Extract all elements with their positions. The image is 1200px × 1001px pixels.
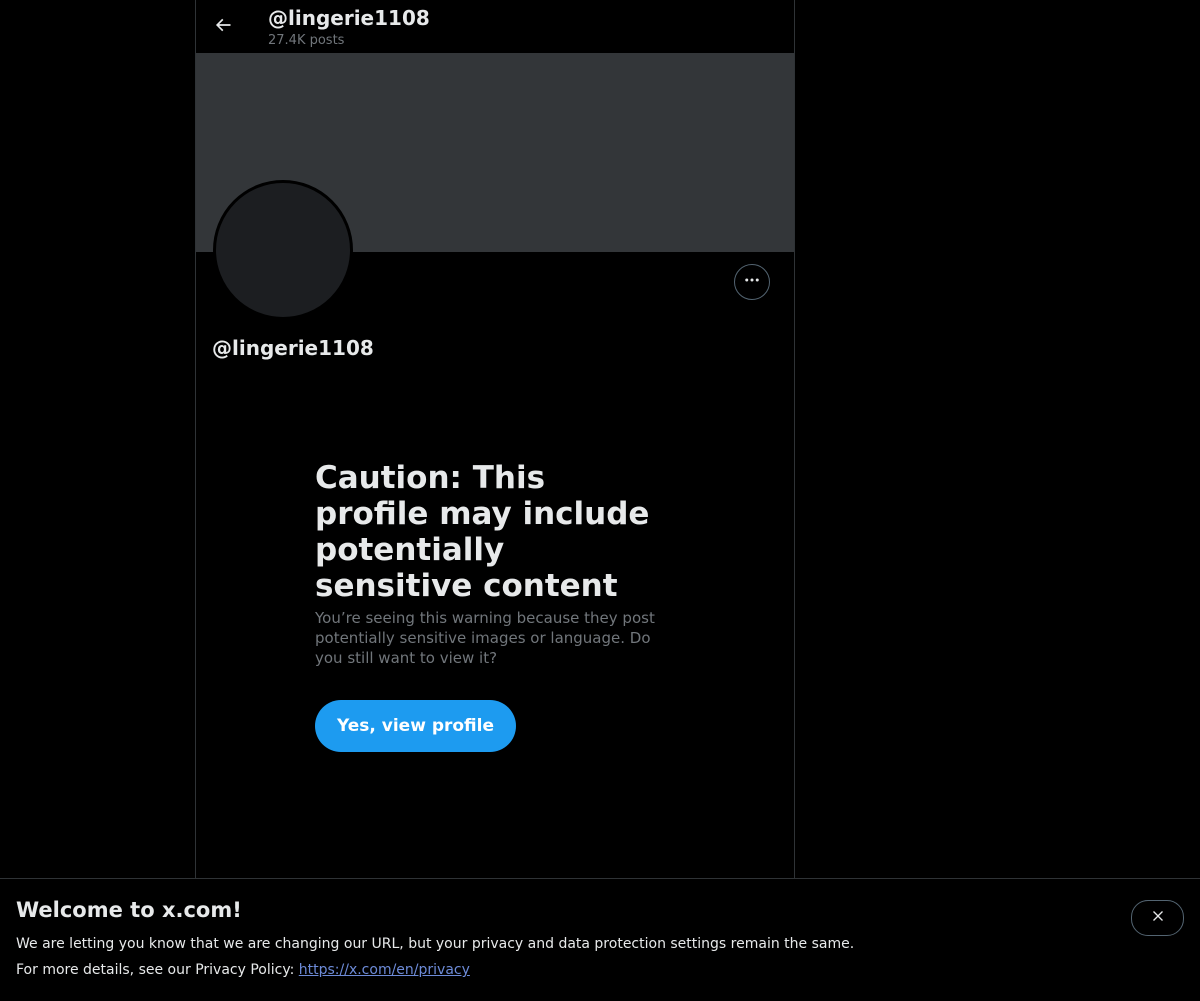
notice-message: We are letting you know that we are chan…: [16, 936, 855, 952]
notice-privacy-prefix: For more details, see our Privacy Policy…: [16, 962, 299, 978]
arrow-left-icon: [213, 15, 233, 39]
close-icon: [1150, 908, 1166, 928]
sensitive-content-warning: Caution: This profile may include potent…: [315, 460, 660, 668]
post-count: 27.4K posts: [268, 33, 345, 48]
view-profile-button[interactable]: Yes, view profile: [315, 700, 516, 752]
avatar[interactable]: [213, 180, 353, 320]
privacy-policy-link[interactable]: https://x.com/en/privacy: [299, 962, 470, 978]
more-horizontal-icon: [743, 271, 761, 293]
profile-column: @lingerie1108 27.4K posts @lingerie1108 …: [195, 0, 795, 1000]
notice-privacy-line: For more details, see our Privacy Policy…: [16, 962, 470, 978]
caution-title: Caution: This profile may include potent…: [315, 460, 650, 604]
caution-message: You’re seeing this warning because they …: [315, 609, 655, 667]
back-button[interactable]: [206, 10, 240, 44]
profile-header-bar: @lingerie1108 27.4K posts: [196, 0, 794, 53]
more-options-button[interactable]: [734, 264, 770, 300]
notice-title: Welcome to x.com!: [16, 898, 242, 922]
url-change-notice: Welcome to x.com! We are letting you kno…: [0, 878, 1200, 1001]
header-title: @lingerie1108: [268, 6, 430, 30]
profile-handle: @lingerie1108: [212, 336, 374, 360]
close-notice-button[interactable]: [1131, 900, 1184, 936]
